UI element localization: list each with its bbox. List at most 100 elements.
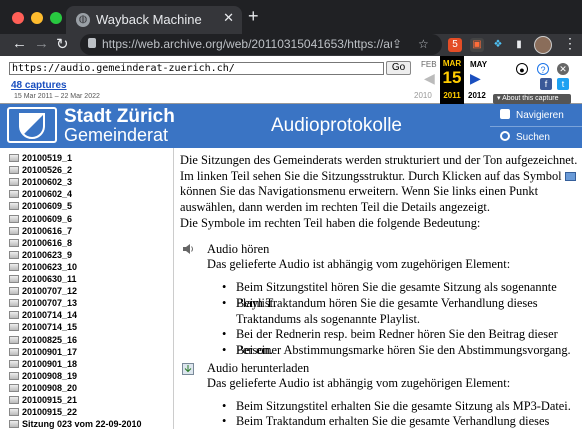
session-tree-item[interactable]: 20100616_7 [9, 226, 72, 236]
wayback-url-input[interactable]: https://audio.gemeinderat-zuerich.ch/ [9, 62, 384, 75]
help-icon[interactable]: ? [537, 63, 549, 75]
minimize-window-button[interactable] [31, 12, 43, 24]
session-tree-item[interactable]: 20100915_21 [9, 395, 77, 405]
side-panel-icon[interactable]: ▮ [512, 38, 526, 52]
session-label: 20100623_9 [22, 249, 73, 260]
session-tree-item[interactable]: 20100908_19 [9, 371, 77, 381]
session-label: 20100602_3 [22, 177, 73, 188]
about-capture-button[interactable]: ▾ About this capture [493, 94, 571, 104]
prev-month[interactable]: FEB [421, 60, 437, 69]
session-tree-item[interactable]: 20100602_4 [9, 189, 72, 199]
session-label: 20100609_5 [22, 201, 73, 212]
folder-icon [9, 371, 19, 380]
browser-tab[interactable]: ◍ Wayback Machine ✕ [66, 6, 242, 34]
address-bar[interactable]: https://web.archive.org/web/201103150416… [80, 34, 442, 55]
browser-toolbar: ← → ↻ https://web.archive.org/web/201103… [0, 34, 582, 56]
new-tab-button[interactable]: + [248, 6, 259, 27]
speaker-icon [183, 244, 193, 254]
session-tree-item[interactable]: 20100623_9 [9, 250, 72, 260]
folder-icon [9, 383, 19, 392]
twitter-icon[interactable]: t [557, 78, 569, 90]
section-subtitle: Das gelieferte Audio ist abhängig vom zu… [207, 257, 511, 271]
account-icon[interactable]: ● [516, 63, 528, 75]
next-capture-arrow[interactable]: ▶ [470, 70, 481, 87]
session-tree-item[interactable]: 20100707_13 [9, 298, 77, 308]
folder-icon [9, 250, 19, 259]
session-tree-item[interactable]: 20100526_2 [9, 165, 72, 175]
navigate-link[interactable]: Navigieren [500, 109, 564, 121]
session-tree-item[interactable]: 20100901_18 [9, 359, 77, 369]
wayback-toolbar: https://audio.gemeinderat-zuerich.ch/ Go… [0, 56, 582, 104]
intro-text-cont: können Sie das Navigationsmenu erweitern… [180, 184, 539, 214]
session-tree-item[interactable]: 20100901_17 [9, 347, 77, 357]
section-subtitle: Das gelieferte Audio ist abhängig vom zu… [207, 376, 511, 390]
facebook-icon[interactable]: f [540, 78, 552, 90]
session-label: 20100714_15 [22, 322, 78, 333]
html5-extension-icon[interactable]: 5 [448, 38, 462, 52]
session-label: 20100714_14 [22, 310, 78, 321]
next-year[interactable]: 2012 [468, 91, 486, 100]
reload-button[interactable]: ↻ [56, 35, 69, 53]
session-tree-item[interactable]: 20100707_12 [9, 286, 77, 296]
next-month[interactable]: MAY [470, 60, 487, 69]
session-label: 20100915_21 [22, 395, 78, 405]
session-label: 20100707_13 [22, 298, 78, 309]
maximize-window-button[interactable] [50, 12, 62, 24]
session-tree-item[interactable]: 20100714_15 [9, 322, 77, 332]
list-item: Beim Traktandum erhalten Sie die gesamte… [222, 414, 578, 429]
navigate-icon [500, 109, 510, 119]
section-title: Audio herunterladen [207, 361, 310, 375]
session-tree-item[interactable]: 20100609_6 [9, 214, 72, 224]
folder-icon [9, 190, 19, 199]
session-tree-item[interactable]: 20100609_5 [9, 201, 72, 211]
folder-icon [9, 214, 19, 223]
close-window-button[interactable] [12, 12, 24, 24]
session-label: 20100707_12 [22, 286, 78, 297]
session-tree-item[interactable]: 20100630_11 [9, 274, 77, 284]
forward-button[interactable]: → [34, 35, 49, 52]
folder-icon [9, 226, 19, 235]
session-tree-item[interactable]: 20100623_10 [9, 262, 77, 272]
extension-icon[interactable]: ▣ [470, 38, 484, 52]
go-button[interactable]: Go [386, 61, 411, 75]
session-tree-item[interactable]: 20100602_3 [9, 177, 72, 187]
session-tree-item[interactable]: 20100915_22 [9, 407, 77, 417]
current-day: 15 [442, 68, 462, 87]
prev-capture-arrow[interactable]: ◀ [424, 70, 435, 87]
session-label: 20100825_16 [22, 334, 78, 345]
session-label: 20100908_20 [22, 382, 78, 393]
folder-icon [9, 299, 19, 308]
back-button[interactable]: ← [12, 35, 27, 52]
profile-avatar[interactable] [534, 36, 552, 54]
prev-year[interactable]: 2010 [414, 91, 432, 100]
capture-range: 15 Mar 2011 – 22 Mar 2022 [14, 93, 100, 100]
session-tree-item[interactable]: Sitzung 023 vom 22-09-2010 [9, 419, 142, 429]
search-link[interactable]: Suchen [500, 131, 550, 143]
download-icon [182, 363, 194, 375]
session-tree-item[interactable]: 20100825_16 [9, 335, 77, 345]
browser-menu-icon[interactable]: ⋮ [563, 35, 577, 52]
session-tree-item[interactable]: 20100908_20 [9, 383, 77, 393]
folder-icon [9, 262, 19, 271]
expand-symbol-icon [564, 171, 576, 181]
main-content: Die Sitzungen des Gemeinderats werden st… [180, 148, 582, 429]
list-item: Bei einer Abstimmungsmarke hören Sie den… [222, 343, 578, 359]
current-year: 2011 [443, 91, 461, 100]
page-title: Audioprotokolle [271, 115, 402, 136]
close-icon[interactable]: ✕ [557, 63, 569, 75]
navigate-label: Navigieren [516, 110, 564, 121]
header-divider [490, 126, 582, 127]
folder-icon [9, 359, 19, 368]
session-tree-item[interactable]: 20100519_1 [9, 153, 72, 163]
list-item: Beim Sitzungstitel erhalten Sie die gesa… [222, 399, 578, 415]
extension-icon[interactable]: ❖ [491, 38, 505, 52]
session-tree-item[interactable]: 20100714_14 [9, 310, 77, 320]
session-label: 20100623_10 [22, 261, 78, 272]
folder-icon [9, 408, 19, 417]
session-tree-item[interactable]: 20100616_8 [9, 238, 72, 248]
share-icon[interactable]: ⇪ [392, 37, 402, 51]
tab-close-button[interactable]: ✕ [223, 10, 234, 26]
captures-link[interactable]: 48 captures [11, 80, 67, 91]
bookmark-star-icon[interactable]: ☆ [418, 37, 429, 51]
address-url[interactable]: https://web.archive.org/web/201103150416… [102, 37, 392, 51]
